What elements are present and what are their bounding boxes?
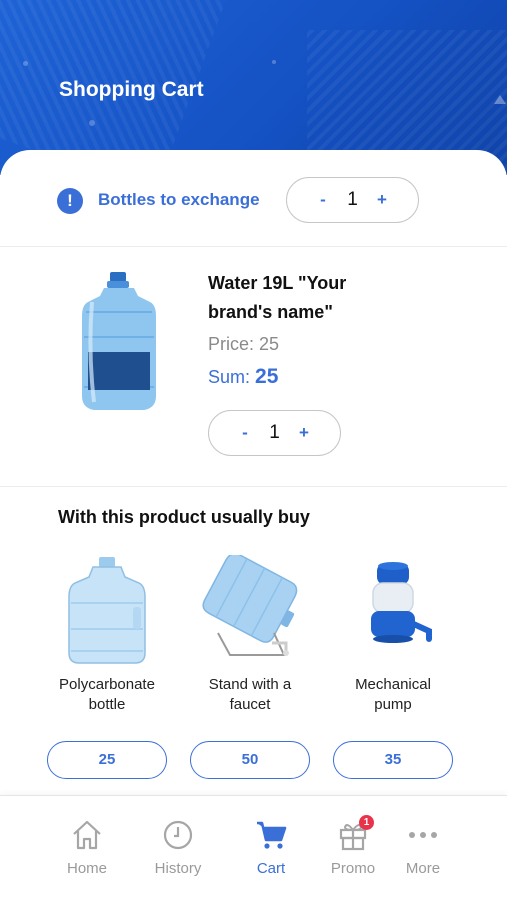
nav-item-cart[interactable]: Cart [231, 818, 311, 877]
recommendation-name-line: bottle [88, 696, 126, 713]
recommendation-price-button[interactable]: 50 [190, 741, 310, 779]
clock-icon [163, 820, 193, 850]
recommendation-name-line: pump [374, 696, 412, 713]
nav-item-promo[interactable]: 1 Promo [313, 815, 393, 877]
nav-item-more[interactable]: More [383, 818, 463, 877]
sum-value: 25 [255, 365, 279, 388]
product-quantity-value: 1 [269, 422, 280, 443]
promo-badge: 1 [359, 815, 374, 830]
recommendation-name: Polycarbonate bottle [42, 675, 172, 715]
recommendation-name: Mechanical pump [328, 675, 458, 715]
product-decrement-button[interactable]: - [237, 423, 253, 443]
info-icon[interactable]: ! [57, 188, 83, 214]
cart-icon [257, 821, 287, 849]
bottom-navigation: Home History Cart 1 Promo More [0, 795, 507, 900]
product-increment-button[interactable]: + [296, 423, 312, 443]
home-icon [73, 820, 101, 850]
product-price: Price: 25 [208, 334, 280, 354]
polycarbonate-bottle-image [68, 557, 146, 664]
exchange-decrement-button[interactable]: - [315, 190, 331, 210]
recommendations-title: With this product usually buy [58, 507, 310, 527]
water-bottle-image [82, 272, 156, 410]
exchange-increment-button[interactable]: + [374, 190, 390, 210]
recommendation-name-line: Polycarbonate [59, 676, 155, 693]
recommendation-item[interactable]: Polycarbonate bottle 25 [42, 555, 172, 779]
page-title: Shopping Cart [59, 78, 204, 101]
header: Shopping Cart [0, 0, 507, 175]
nav-label: Promo [330, 860, 376, 877]
nav-item-home[interactable]: Home [47, 818, 127, 877]
product-quantity-stepper: - 1 + [208, 410, 341, 456]
stand-with-faucet-image [202, 555, 298, 656]
recommendation-item[interactable]: Stand with a faucet 50 [185, 555, 315, 779]
exchange-quantity-value: 1 [347, 189, 358, 210]
cart-card: ! Bottles to exchange - 1 + Water 19L "Y… [0, 150, 507, 800]
gift-icon-wrapper: 1 [336, 815, 374, 852]
header-decoration [89, 120, 95, 126]
recommendation-price-button[interactable]: 25 [47, 741, 167, 779]
recommendation-name: Stand with a faucet [185, 675, 315, 715]
mechanical-pump-image [371, 562, 432, 643]
header-decoration [494, 95, 506, 104]
header-decoration [23, 61, 28, 66]
bottles-exchange-row: ! Bottles to exchange - 1 + [0, 150, 507, 247]
exchange-label: Bottles to exchange [98, 190, 260, 209]
nav-label: History [154, 860, 202, 877]
nav-label: Cart [256, 860, 286, 877]
recommendation-name-line: Stand with a [208, 676, 292, 693]
more-icon [409, 832, 437, 838]
nav-label: Home [66, 860, 107, 877]
exchange-quantity-stepper: - 1 + [286, 177, 419, 223]
recommendation-price-button[interactable]: 35 [333, 741, 453, 779]
cart-item: Water 19L "Your brand's name" Price: 25 … [0, 247, 507, 487]
sum-label: Sum: [208, 367, 251, 387]
nav-item-history[interactable]: History [138, 818, 218, 877]
nav-label: More [405, 860, 441, 877]
product-sum: Sum: 25 [208, 365, 278, 389]
header-decoration [272, 60, 276, 64]
product-name: Water 19L "Your brand's name" [208, 273, 347, 322]
recommendation-name-line: faucet [229, 696, 271, 713]
recommendation-item[interactable]: Mechanical pump 35 [328, 555, 458, 779]
recommendation-name-line: Mechanical [355, 676, 431, 693]
